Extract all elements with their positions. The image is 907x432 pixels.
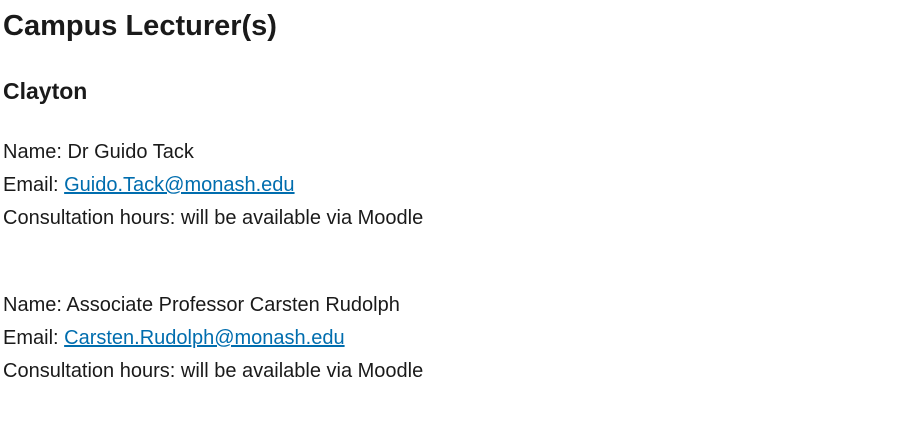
email-link[interactable]: Carsten.Rudolph@monash.edu bbox=[64, 327, 344, 349]
lecturer-entry: Name: Dr Guido Tack Email: Guido.Tack@mo… bbox=[3, 136, 423, 235]
lecturer-name: Dr Guido Tack bbox=[67, 141, 194, 163]
consultation-value: will be available via Moodle bbox=[180, 207, 424, 229]
consultation-line: Consultation hours: will be available vi… bbox=[3, 202, 423, 235]
lecturer-name: Associate Professor Carsten Rudolph bbox=[66, 294, 400, 316]
lecturer-email-line: Email: Carsten.Rudolph@monash.edu bbox=[3, 322, 423, 355]
email-label: Email: bbox=[3, 327, 65, 349]
consultation-value: will be available via Moodle bbox=[180, 360, 424, 382]
consultation-label: Consultation hours: bbox=[3, 360, 181, 382]
lecturer-email-line: Email: Guido.Tack@monash.edu bbox=[3, 169, 423, 202]
email-link[interactable]: Guido.Tack@monash.edu bbox=[64, 174, 294, 196]
section-title: Campus Lecturer(s) bbox=[3, 10, 277, 42]
campus-title: Clayton bbox=[3, 78, 88, 104]
consultation-label: Consultation hours: bbox=[3, 207, 181, 229]
lecturer-name-line: Name: Dr Guido Tack bbox=[3, 136, 423, 169]
consultation-line: Consultation hours: will be available vi… bbox=[3, 355, 423, 388]
name-label: Name: bbox=[3, 141, 68, 163]
lecturer-entry: Name: Associate Professor Carsten Rudolp… bbox=[3, 289, 423, 388]
name-label: Name: bbox=[3, 294, 67, 316]
email-label: Email: bbox=[3, 174, 65, 196]
lecturer-name-line: Name: Associate Professor Carsten Rudolp… bbox=[3, 289, 423, 322]
